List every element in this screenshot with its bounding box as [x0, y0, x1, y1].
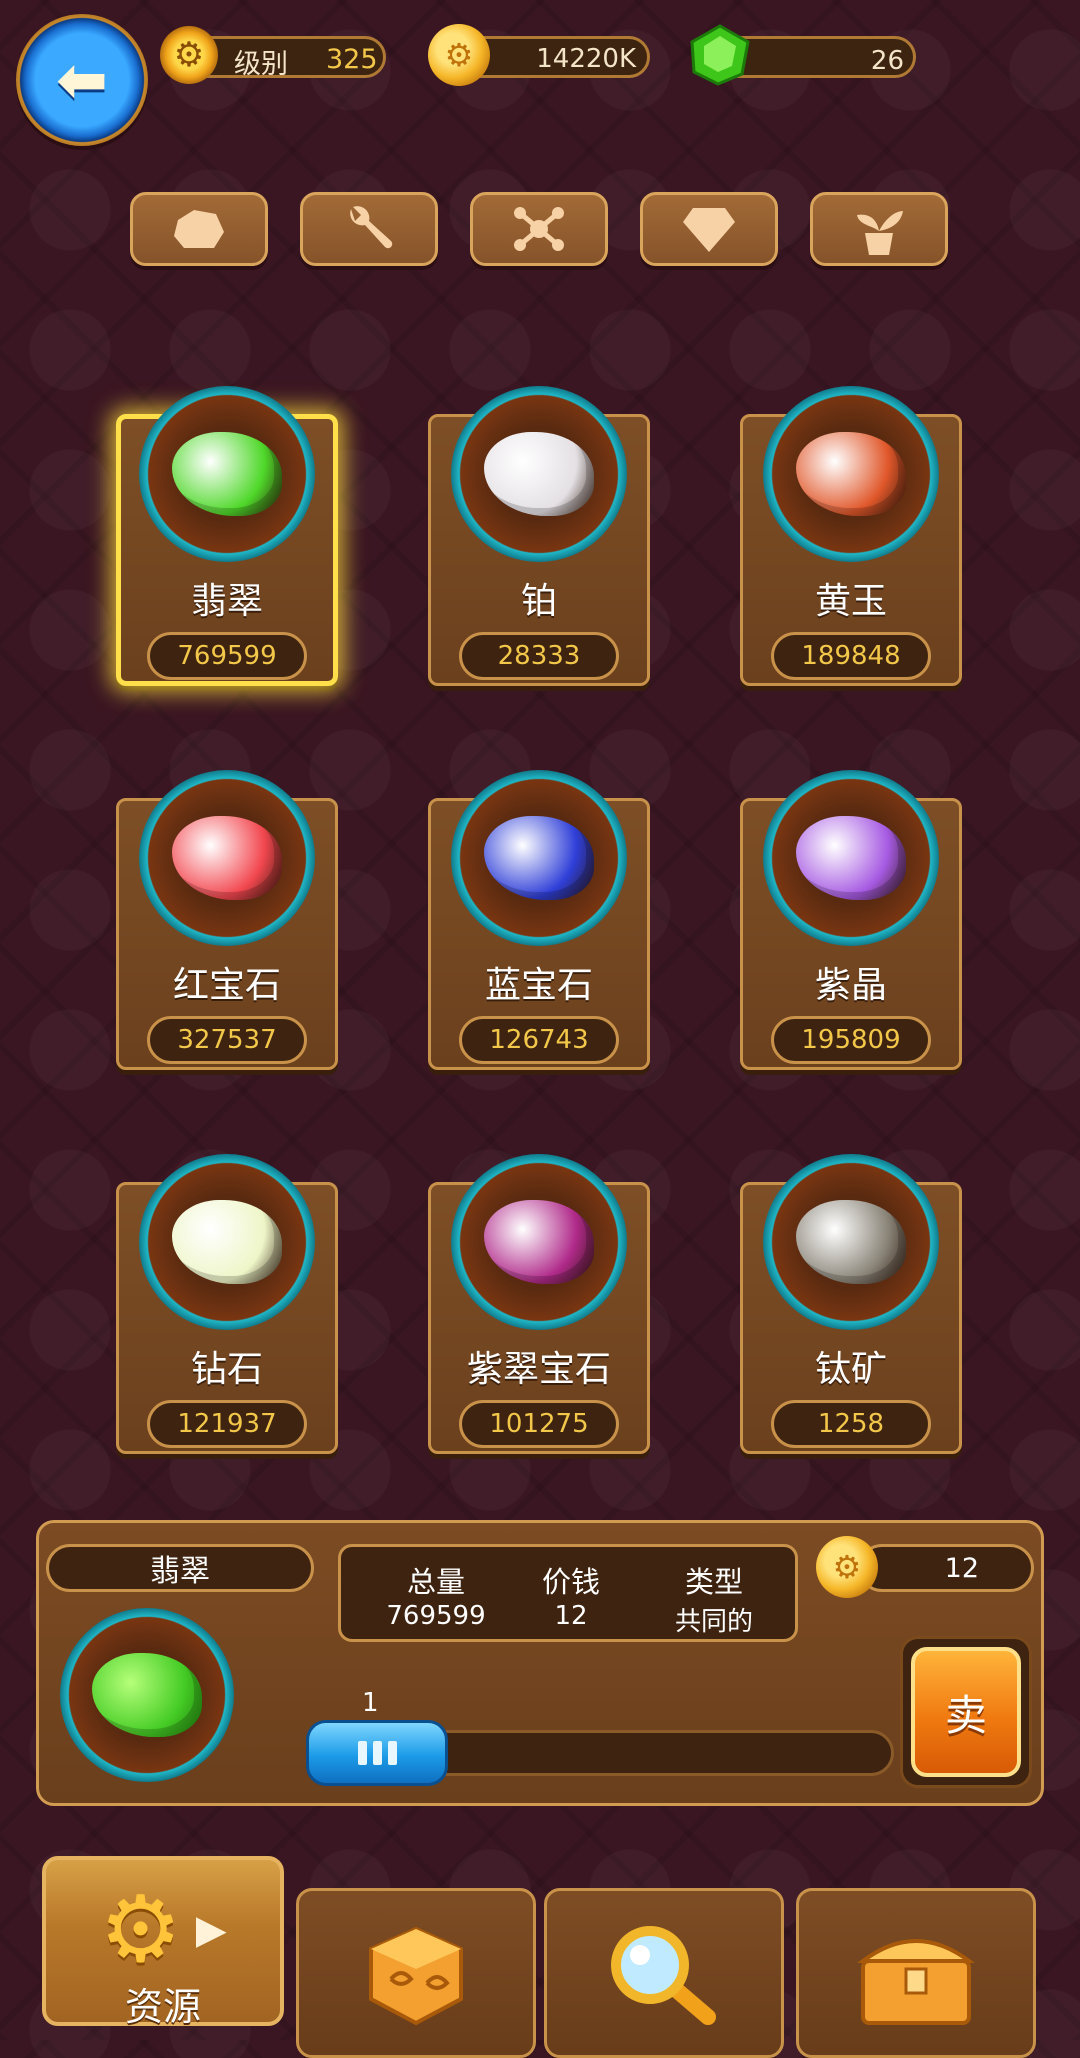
- diamond-icon: [683, 208, 735, 252]
- item-gem-icon: [172, 1200, 282, 1284]
- level-value: 325: [326, 44, 378, 75]
- item-name: 铂: [520, 581, 557, 622]
- stat-type-value: 共同的: [674, 1607, 753, 1637]
- item-name: 紫晶: [814, 965, 887, 1006]
- item-count: 126743: [459, 1016, 619, 1064]
- level-gear-icon: ⚙: [160, 26, 218, 84]
- item-count: 121937: [147, 1400, 307, 1448]
- level-label: 级别: [234, 49, 288, 80]
- nav-tab-label: 资源: [124, 1984, 201, 2029]
- item-name: 红宝石: [172, 965, 281, 1006]
- sell-price-display: 12: [858, 1544, 1034, 1592]
- chest-icon: [857, 1939, 975, 2025]
- item-gem-icon: [796, 816, 906, 900]
- molecule-icon: [514, 207, 564, 251]
- item-count: 189848: [771, 632, 931, 680]
- item-image-frame: [763, 770, 939, 946]
- item-gem-icon: [172, 432, 282, 516]
- stat-total-header: 总量: [406, 1565, 465, 1599]
- item-image-frame: [763, 386, 939, 562]
- stat-price-value: 12: [554, 1601, 588, 1631]
- item-image-frame: [139, 1154, 315, 1330]
- item-name: 黄玉: [814, 581, 887, 622]
- item-gem-icon: [796, 432, 906, 516]
- stone-icon: [174, 210, 224, 248]
- item-gem-icon: [796, 1200, 906, 1284]
- item-image-frame: [139, 386, 315, 562]
- item-image-frame: [451, 770, 627, 946]
- stat-total-value: 769599: [386, 1601, 486, 1631]
- item-count: 327537: [147, 1016, 307, 1064]
- gear-icon: ⚙: [99, 1875, 182, 1983]
- item-gem-icon: [484, 432, 594, 516]
- filter-tab-compounds[interactable]: [470, 192, 608, 266]
- nav-tab-resources[interactable]: ⚙ ▶ 资源: [42, 1856, 284, 2029]
- gem-count: 26: [870, 46, 904, 76]
- item-name: 钻石: [190, 1349, 263, 1390]
- item-image-frame: [451, 386, 627, 562]
- selected-item-name: 翡翠: [46, 1544, 314, 1592]
- filter-tab-stone[interactable]: [130, 192, 268, 266]
- stat-price-header: 价钱: [541, 1565, 600, 1599]
- play-arrow-icon: ▶: [195, 1906, 227, 1953]
- item-stats: 总量 价钱 类型 769599 12 共同的: [338, 1544, 798, 1642]
- sell-price-value: 12: [944, 1552, 979, 1584]
- item-gem-icon: [484, 816, 594, 900]
- item-count: 28333: [459, 632, 619, 680]
- item-gem-icon: [172, 816, 282, 900]
- item-count: 769599: [147, 632, 307, 680]
- sell-button[interactable]: 卖: [900, 1636, 1032, 1788]
- sell-button-label: 卖: [911, 1647, 1021, 1777]
- item-count: 195809: [771, 1016, 931, 1064]
- green-gem-icon: [690, 24, 750, 86]
- back-button[interactable]: ⬅: [16, 14, 148, 146]
- nav-tab-inventory[interactable]: [796, 1888, 1036, 2058]
- filter-tab-tools[interactable]: [300, 192, 438, 266]
- item-name: 翡翠: [190, 581, 263, 622]
- back-arrow-icon: ⬅: [56, 43, 108, 116]
- wrench-icon: [350, 206, 393, 249]
- item-name: 紫翠宝石: [466, 1349, 611, 1390]
- nav-tab-crafting[interactable]: [296, 1888, 536, 2058]
- quantity-label: 1: [362, 1688, 379, 1718]
- item-name: 钛矿: [814, 1349, 887, 1390]
- filter-tab-plants[interactable]: [810, 192, 948, 266]
- dice-icon: [369, 1926, 463, 2026]
- plant-icon: [857, 211, 903, 255]
- quantity-slider-thumb[interactable]: [306, 1720, 448, 1786]
- item-name: 蓝宝石: [484, 965, 593, 1006]
- selected-item-image: [60, 1608, 234, 1782]
- price-coin-icon: ⚙: [816, 1536, 878, 1598]
- item-image-frame: [139, 770, 315, 946]
- filter-tab-gems[interactable]: [640, 192, 778, 266]
- magnifier-icon: [611, 1926, 716, 2025]
- coin-count: 14220K: [536, 44, 636, 74]
- stat-type-header: 类型: [684, 1565, 743, 1599]
- item-image-frame: [763, 1154, 939, 1330]
- item-gem-icon: [484, 1200, 594, 1284]
- item-image-frame: [451, 1154, 627, 1330]
- coin-icon: ⚙: [428, 24, 490, 86]
- item-count: 101275: [459, 1400, 619, 1448]
- emerald-icon: [92, 1653, 202, 1737]
- item-count: 1258: [771, 1400, 931, 1448]
- nav-tab-search[interactable]: [544, 1888, 784, 2058]
